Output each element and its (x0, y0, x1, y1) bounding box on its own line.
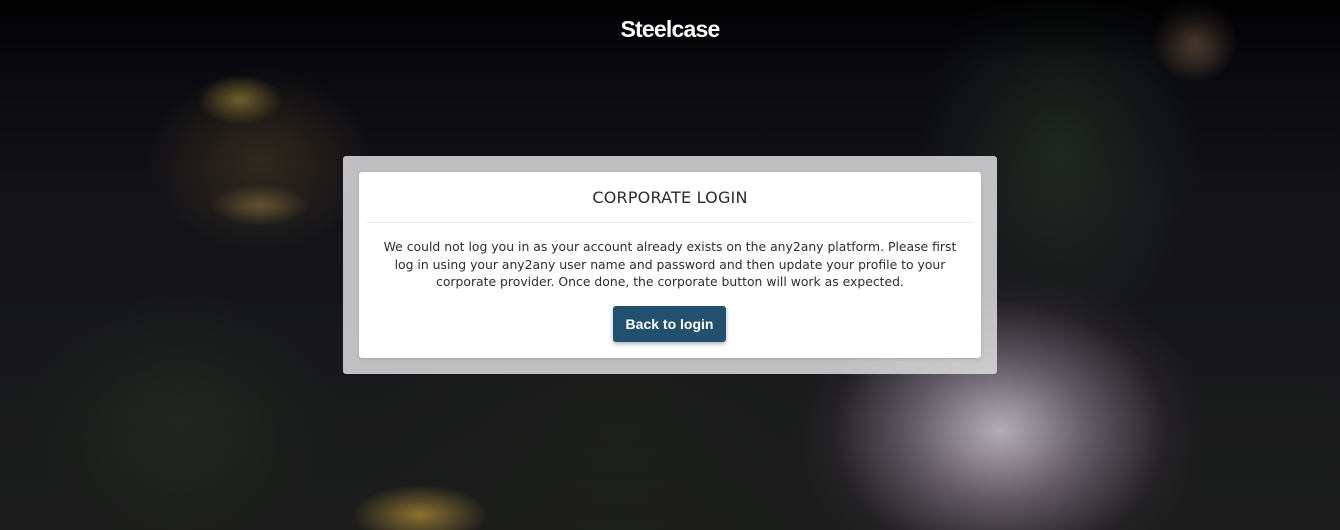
brand-logo: Steelcase (620, 16, 721, 42)
dialog-divider (367, 222, 973, 223)
dialog-title: CORPORATE LOGIN (592, 188, 748, 207)
corporate-login-dialog: CORPORATE LOGIN We could not log you in … (359, 172, 981, 358)
error-message: We could not log you in as your account … (383, 239, 957, 289)
back-to-login-button[interactable]: Back to login (613, 306, 726, 342)
